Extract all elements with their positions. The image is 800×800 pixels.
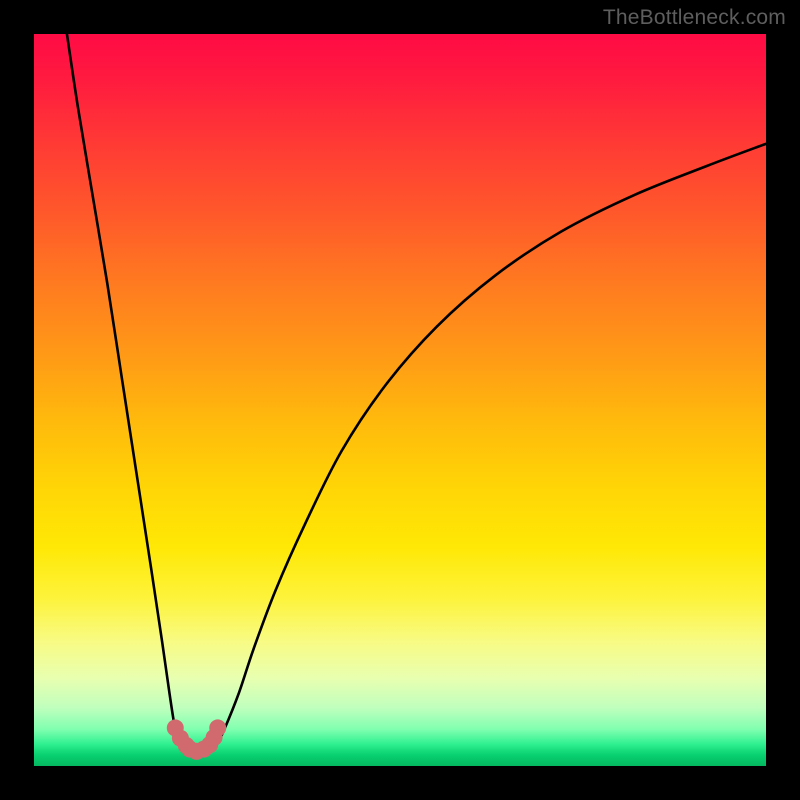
curve-layer bbox=[34, 34, 766, 766]
valley-marker-dot bbox=[209, 719, 226, 736]
bottleneck-curve bbox=[67, 34, 766, 753]
chart-frame: TheBottleneck.com bbox=[0, 0, 800, 800]
plot-area bbox=[34, 34, 766, 766]
watermark-text: TheBottleneck.com bbox=[603, 6, 786, 30]
